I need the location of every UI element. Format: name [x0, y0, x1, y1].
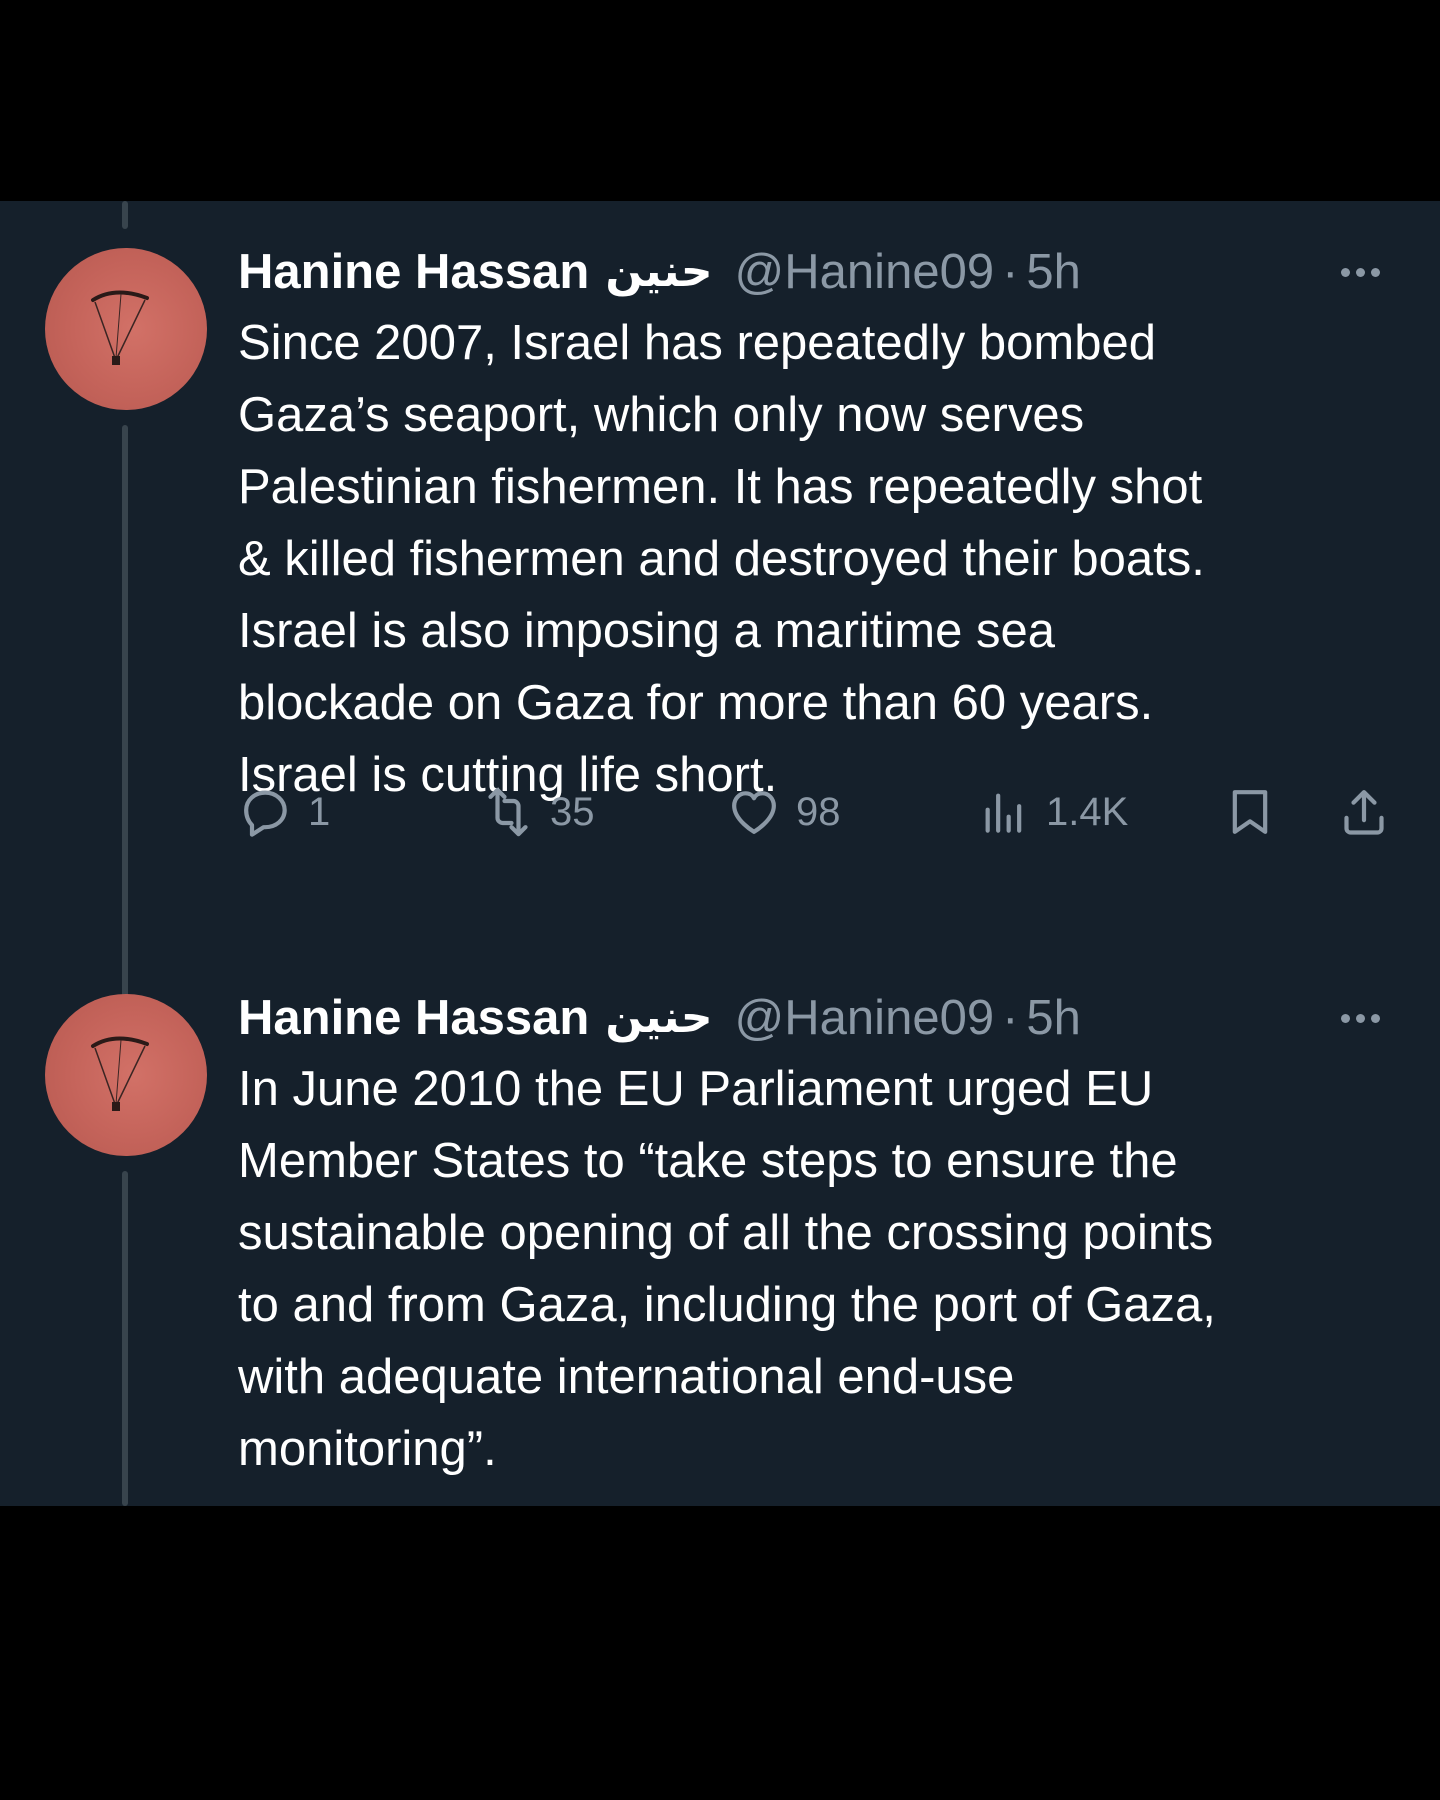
tweet-actions: 1 35 98 1.4K — [238, 782, 1398, 842]
more-dot-icon — [1340, 267, 1350, 277]
heart-icon — [732, 791, 776, 834]
share-button[interactable] — [1336, 782, 1392, 842]
more-options-button[interactable] — [1330, 254, 1390, 290]
author-name[interactable]: Hanine Hassan — [238, 988, 589, 1048]
screen: Hanine Hassan حنين @Hanine09 · 5h Since … — [0, 0, 1440, 1800]
separator-dot: · — [1002, 991, 1019, 1045]
author-name-arabic[interactable]: حنين — [605, 988, 712, 1048]
author-handle[interactable]: @Hanine09 — [735, 242, 995, 302]
tweet-text-line: monitoring”. — [238, 1422, 497, 1476]
tweet-text: In June 2010 the EU Parliament urged EU … — [238, 1053, 1398, 1485]
views-button[interactable]: 1.4K — [976, 782, 1128, 842]
author-handle[interactable]: @Hanine09 — [735, 988, 995, 1048]
tweet-text-line: Member States to “take steps to ensure t… — [238, 1134, 1178, 1188]
tweet-text: Since 2007, Israel has repeatedly bombed… — [238, 307, 1398, 811]
more-dot-icon — [1370, 1013, 1380, 1023]
tweet-text-line: In June 2010 the EU Parliament urged EU — [238, 1062, 1154, 1116]
avatar[interactable] — [45, 994, 207, 1156]
more-dot-icon — [1355, 267, 1365, 277]
tweet-text-line: Palestinian fishermen. It has repeatedly… — [238, 460, 1203, 514]
retweet-count: 35 — [550, 789, 595, 834]
tweet-header: Hanine Hassan حنين @Hanine09 · 5h — [238, 988, 1081, 1048]
tweet-text-line: to and from Gaza, including the port of … — [238, 1278, 1216, 1332]
parachute-icon — [91, 290, 149, 365]
reply-icon — [244, 790, 287, 837]
tweet-text-line: blockade on Gaza for more than 60 years. — [238, 676, 1154, 730]
parachute-icon — [91, 1036, 149, 1111]
author-name-arabic[interactable]: حنين — [605, 242, 712, 302]
like-count: 98 — [796, 789, 841, 834]
views-chart-icon — [985, 793, 1022, 833]
like-button[interactable]: 98 — [726, 782, 841, 842]
separator-dot: · — [1002, 245, 1019, 299]
author-name[interactable]: Hanine Hassan — [238, 242, 589, 302]
tweet-text-line: Since 2007, Israel has repeatedly bombed — [238, 316, 1156, 370]
avatar[interactable] — [45, 248, 207, 410]
reply-count: 1 — [308, 789, 331, 834]
tweet-text-line: Gaza’s seaport, which only now serves — [238, 388, 1085, 442]
more-dot-icon — [1340, 1013, 1350, 1023]
tweet-text-line: & killed fishermen and destroyed their b… — [238, 532, 1205, 586]
more-dot-icon — [1370, 267, 1380, 277]
retweet-icon — [488, 787, 528, 837]
tweet-text-line: sustainable opening of all the crossing … — [238, 1206, 1214, 1260]
timestamp[interactable]: 5h — [1026, 988, 1081, 1048]
thread-line-top — [122, 201, 128, 229]
retweet-button[interactable]: 35 — [480, 782, 595, 842]
timestamp[interactable]: 5h — [1026, 242, 1081, 302]
share-icon — [1344, 790, 1384, 835]
thread-panel: Hanine Hassan حنين @Hanine09 · 5h Since … — [0, 201, 1440, 1506]
more-options-button[interactable] — [1330, 1000, 1390, 1036]
bookmark-icon — [1232, 790, 1268, 834]
tweet-text-line: Israel is also imposing a maritime sea — [238, 604, 1055, 658]
reply-button[interactable]: 1 — [238, 782, 330, 842]
tweet-text-line: with adequate international end-use — [238, 1350, 1015, 1404]
views-count: 1.4K — [1046, 789, 1129, 834]
thread-line-bottom — [122, 1171, 128, 1506]
tweet-header: Hanine Hassan حنين @Hanine09 · 5h — [238, 242, 1081, 302]
bookmark-button[interactable] — [1222, 782, 1278, 842]
more-dot-icon — [1355, 1013, 1365, 1023]
